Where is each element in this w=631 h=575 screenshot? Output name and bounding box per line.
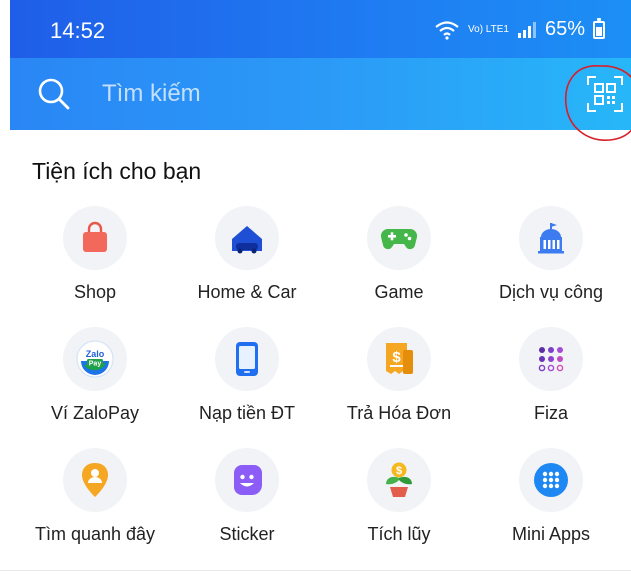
utility-shop[interactable]: Shop <box>20 206 170 306</box>
section-title: Tiện ích cho bạn <box>32 158 202 184</box>
utility-public-services[interactable]: Dịch vụ công <box>476 206 626 306</box>
utility-phone-topup[interactable]: Nạp tiền ĐT <box>172 327 322 427</box>
qr-scan-icon[interactable] <box>586 75 624 113</box>
battery-percent: 65% <box>544 18 585 40</box>
svg-text:$: $ <box>396 465 402 477</box>
utility-fiza[interactable]: Fiza <box>476 327 626 427</box>
utility-game[interactable]: Game <box>324 206 474 306</box>
svg-text:Zalo: Zalo <box>86 349 105 359</box>
network-lte-label: Vo) LTE1 <box>468 23 509 35</box>
phone-topup-icon <box>236 342 258 376</box>
battery-icon <box>593 17 605 39</box>
utility-bill-payment[interactable]: $ Trả Hóa Đơn <box>324 327 474 427</box>
wifi-icon <box>435 20 459 40</box>
utility-nearby[interactable]: Tìm quanh đây <box>20 448 170 548</box>
sticker-smile-icon <box>234 465 262 495</box>
nearby-location-icon <box>82 463 108 497</box>
mini-apps-grid-icon <box>534 463 568 497</box>
utility-mini-apps[interactable]: Mini Apps <box>476 448 626 548</box>
utility-sticker[interactable]: Sticker <box>172 448 322 548</box>
search-input[interactable]: Tìm kiếm <box>102 80 201 108</box>
status-time: 14:52 <box>50 18 106 43</box>
utility-savings[interactable]: $ Tích lũy <box>324 448 474 548</box>
status-bar: 14:52 Vo) LTE1 65% <box>10 0 631 58</box>
zalopay-wallet-icon: Zalo Pay <box>76 340 114 378</box>
government-building-icon <box>538 223 564 254</box>
search-bar[interactable]: Tìm kiếm <box>10 58 631 130</box>
search-icon[interactable] <box>36 76 72 112</box>
utility-home-car[interactable]: Home & Car <box>172 206 322 306</box>
shopping-bag-icon <box>83 221 107 252</box>
svg-text:$: $ <box>392 349 401 366</box>
svg-text:Pay: Pay <box>89 361 102 368</box>
gamepad-icon <box>380 228 418 250</box>
utility-zalopay[interactable]: Zalo Pay Ví ZaloPay <box>20 327 170 427</box>
signal-icon <box>517 21 536 38</box>
bottom-divider <box>0 570 631 571</box>
fiza-dots-icon <box>538 347 564 372</box>
home-car-icon <box>232 226 262 254</box>
savings-plant-icon: $ <box>386 462 412 497</box>
status-indicators: Vo) LTE1 65% <box>434 17 605 41</box>
bill-payment-icon: $ <box>386 343 413 374</box>
